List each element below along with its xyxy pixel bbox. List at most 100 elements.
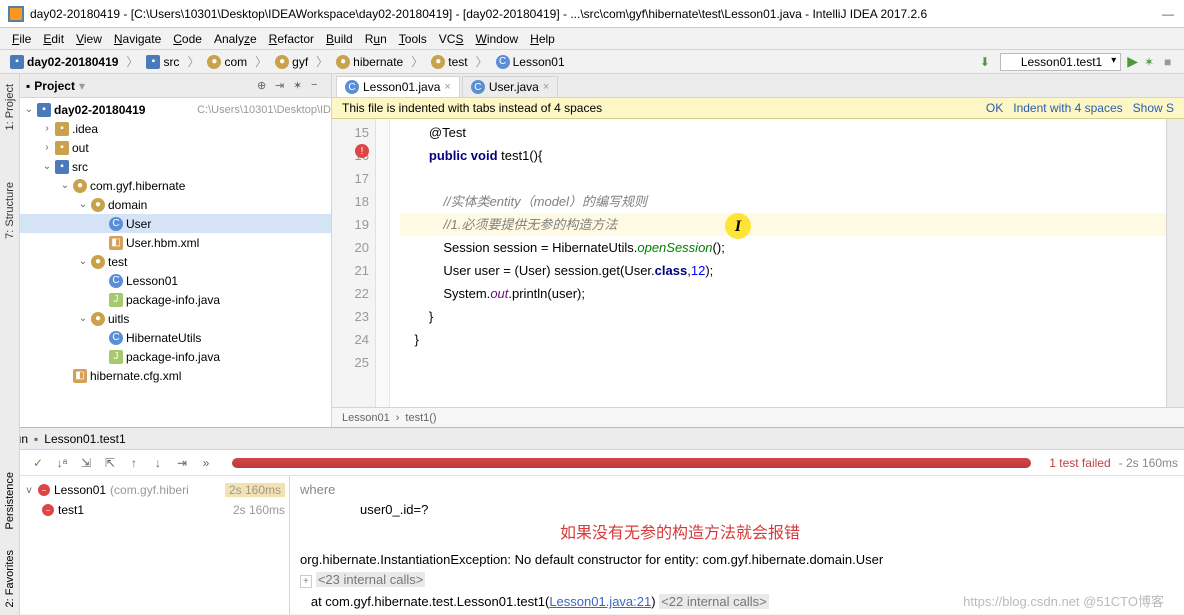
java-icon: J xyxy=(109,293,123,307)
tree-item[interactable]: ›▪out xyxy=(20,138,331,157)
tree-item[interactable]: Jpackage-info.java xyxy=(20,290,331,309)
settings-icon[interactable]: ✶ xyxy=(293,79,307,93)
tree-item[interactable]: ◧User.hbm.xml xyxy=(20,233,331,252)
menu-help[interactable]: Help xyxy=(524,30,561,48)
breadcrumb: ▪day02-20180419〉 ▪src〉 ●com〉 ●gyf〉 ●hibe… xyxy=(6,53,980,70)
menu-view[interactable]: View xyxy=(70,30,108,48)
menu-file[interactable]: File xyxy=(6,30,37,48)
menu-vcs[interactable]: VCS xyxy=(433,30,470,48)
minimize-button[interactable]: — xyxy=(1162,7,1176,21)
tree-item[interactable]: ⌄●test xyxy=(20,252,331,271)
error-gutter-icon[interactable]: ! xyxy=(355,144,369,158)
debug-button[interactable]: ✶ xyxy=(1144,55,1158,69)
breadcrumb-item[interactable]: ●gyf xyxy=(271,54,312,70)
package-icon: ● xyxy=(275,55,289,69)
build-icon[interactable]: ⬇ xyxy=(980,55,994,69)
folder-icon: ▪ xyxy=(146,55,160,69)
close-icon[interactable]: × xyxy=(444,81,450,93)
run-panel: Run ▪ Lesson01.test1 ▶ ✓ ↓ᵃ ⇲ ⇱ ↑ ↓ ⇥ » … xyxy=(0,427,1184,614)
sidebar-tab-persistence[interactable]: Persistence xyxy=(4,472,16,529)
hide-icon[interactable]: − xyxy=(311,79,325,93)
sidebar-tab-favorites[interactable]: 2: Favorites xyxy=(4,550,16,607)
breadcrumb-item[interactable]: CLesson01 xyxy=(492,54,569,70)
code-content[interactable]: ! @Test public void test1(){ //实体类entity… xyxy=(390,119,1166,407)
banner-indent-link[interactable]: Indent with 4 spaces xyxy=(1013,101,1122,115)
class-icon: C xyxy=(345,80,359,94)
tree-item[interactable]: ⌄●com.gyf.hibernate xyxy=(20,176,331,195)
banner-show-link[interactable]: Show S xyxy=(1133,101,1174,115)
line-number-gutter: 1516171819202122232425 xyxy=(332,119,376,407)
export-icon[interactable]: ⇥ xyxy=(174,455,190,471)
expand-icon[interactable]: ⇲ xyxy=(78,455,94,471)
fail-icon: − xyxy=(38,484,50,496)
tree-item[interactable]: CLesson01 xyxy=(20,271,331,290)
tree-item[interactable]: ⌄▪src xyxy=(20,157,331,176)
folder-icon: ▪ xyxy=(55,122,69,136)
tree-item[interactable]: ⌄●domain xyxy=(20,195,331,214)
menu-refactor[interactable]: Refactor xyxy=(263,30,320,48)
project-icon: ▪ xyxy=(26,79,30,93)
console-output[interactable]: where user0_.id=? 如果没有无参的构造方法就会报错 org.hi… xyxy=(290,476,1184,614)
tree-item[interactable]: ›▪.idea xyxy=(20,119,331,138)
menu-edit[interactable]: Edit xyxy=(37,30,70,48)
menu-bar: File Edit View Navigate Code Analyze Ref… xyxy=(0,28,1184,50)
folder-icon: ▪ xyxy=(10,55,24,69)
editor-area: CLesson01.java× CUser.java× This file is… xyxy=(332,74,1184,427)
project-tree[interactable]: ⌄▪day02-20180419 C:\Users\10301\Desktop\… xyxy=(20,98,331,427)
tab-user[interactable]: CUser.java× xyxy=(462,76,558,97)
next-icon[interactable]: ↓ xyxy=(150,455,166,471)
stack-link[interactable]: Lesson01.java:21 xyxy=(549,594,651,609)
code-editor[interactable]: 1516171819202122232425 ! @Test public vo… xyxy=(332,119,1184,407)
collapse-icon[interactable]: ⇥ xyxy=(275,79,289,93)
menu-code[interactable]: Code xyxy=(167,30,208,48)
tree-item[interactable]: ⌄▪day02-20180419 C:\Users\10301\Desktop\… xyxy=(20,100,331,119)
package-icon: ● xyxy=(431,55,445,69)
class-icon: C xyxy=(496,55,510,69)
tree-item[interactable]: Jpackage-info.java xyxy=(20,347,331,366)
folder-blue-icon: ▪ xyxy=(55,160,69,174)
test-node[interactable]: − test1 2s 160ms xyxy=(24,500,285,520)
tree-item[interactable]: ◧hibernate.cfg.xml xyxy=(20,366,331,385)
tree-item[interactable]: CUser xyxy=(20,214,331,233)
stop-button[interactable]: ■ xyxy=(1164,55,1178,69)
menu-run[interactable]: Run xyxy=(359,30,393,48)
breadcrumb-item[interactable]: ●com xyxy=(203,54,251,70)
menu-analyze[interactable]: Analyze xyxy=(208,30,263,48)
class-icon: C xyxy=(471,80,485,94)
indent-banner: This file is indented with tabs instead … xyxy=(332,98,1184,119)
collapse-icon[interactable]: ⇱ xyxy=(102,455,118,471)
package-icon: ● xyxy=(336,55,350,69)
banner-message: This file is indented with tabs instead … xyxy=(342,101,976,115)
sort-icon[interactable]: ↓ᵃ xyxy=(54,455,70,471)
tree-item[interactable]: CHibernateUtils xyxy=(20,328,331,347)
run-button[interactable]: ▶ xyxy=(1127,53,1138,70)
menu-build[interactable]: Build xyxy=(320,30,359,48)
breadcrumb-item[interactable]: ▪day02-20180419 xyxy=(6,54,122,70)
tree-item[interactable]: ⌄●uitls xyxy=(20,309,331,328)
scroll-from-source-icon[interactable]: ⊕ xyxy=(257,79,271,93)
sidebar-tab-structure[interactable]: 7: Structure xyxy=(2,176,18,245)
menu-window[interactable]: Window xyxy=(469,30,524,48)
prev-icon[interactable]: ↑ xyxy=(126,455,142,471)
menu-tools[interactable]: Tools xyxy=(393,30,433,48)
folder-icon: ▪ xyxy=(55,141,69,155)
breadcrumb-item[interactable]: ▪src xyxy=(142,54,183,70)
banner-ok-link[interactable]: OK xyxy=(986,101,1003,115)
project-panel: ▪ Project ▾ ⊕ ⇥ ✶ − ⌄▪day02-20180419 C:\… xyxy=(20,74,332,427)
toggle-icon[interactable]: ✓ xyxy=(30,455,46,471)
more-icon[interactable]: » xyxy=(198,455,214,471)
progress-bar xyxy=(232,458,1031,468)
test-tree[interactable]: v − Lesson01 (com.gyf.hiberi 2s 160ms − … xyxy=(20,476,290,614)
tab-lesson01[interactable]: CLesson01.java× xyxy=(336,76,460,97)
breadcrumb-item[interactable]: ●test xyxy=(427,54,471,70)
test-node[interactable]: v − Lesson01 (com.gyf.hiberi 2s 160ms xyxy=(24,480,285,500)
sidebar-tab-project[interactable]: 1: Project xyxy=(2,78,18,136)
java-icon: J xyxy=(109,350,123,364)
watermark: https://blog.csdn.net @51CTO博客 xyxy=(963,592,1164,612)
package-icon: ● xyxy=(207,55,221,69)
breadcrumb-item[interactable]: ●hibernate xyxy=(332,54,407,70)
run-configuration-combo[interactable]: Lesson01.test1 xyxy=(1000,53,1121,71)
menu-navigate[interactable]: Navigate xyxy=(108,30,167,48)
app-icon xyxy=(8,6,24,22)
close-icon[interactable]: × xyxy=(543,81,549,93)
